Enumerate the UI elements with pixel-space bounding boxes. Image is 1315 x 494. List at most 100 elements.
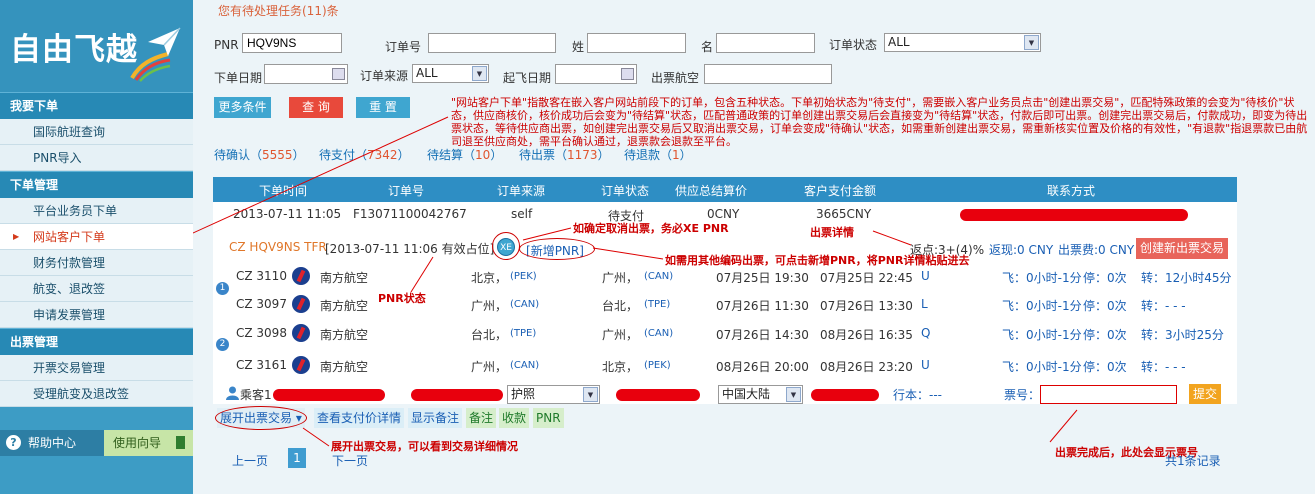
ticket-route-input[interactable] (704, 64, 832, 84)
new-pnr-highlight (519, 238, 595, 260)
doc-type-select[interactable]: 护照 ▼ (507, 385, 600, 404)
fly-time: 飞：0小时-1分 (1002, 299, 1082, 313)
sidebar-item[interactable]: 财务付款管理 (0, 250, 193, 276)
to-city: 台北， (602, 299, 639, 313)
country-select[interactable]: 中国大陆 ▼ (718, 385, 803, 404)
col-order-source: 订单来源 (497, 184, 546, 198)
sidebar-item[interactable]: 受理航变及退改签 (0, 381, 193, 407)
create-ticket-button[interactable]: 创建新出票交易 (1136, 238, 1228, 259)
tab-pending-confirm[interactable]: 待确认（5555） (214, 146, 305, 163)
help-center-link[interactable]: ? 帮助中心 (0, 430, 104, 456)
arrive-time: 08月26日 23:20 (820, 360, 913, 374)
calendar-icon (332, 68, 345, 80)
stop-count: 停：0次 (1083, 299, 1127, 313)
to-code: (TPE) (644, 299, 671, 310)
order-source: self (511, 207, 533, 221)
itinerary-label: 行本：--- (893, 388, 942, 402)
order-status-select[interactable]: ALL ▼ (884, 33, 1041, 52)
cabin-class: U (921, 269, 930, 283)
pnr-button[interactable]: PNR (533, 408, 564, 428)
flight-row: 1 CZ 3110 南方航空 北京， (PEK) 广州， (CAN) 07月25日 19:30… (213, 264, 1237, 295)
submit-button[interactable]: 提交 (1189, 384, 1221, 404)
redacted-info (411, 389, 503, 401)
tab-pending-ticket[interactable]: 待出票（1173） (519, 146, 610, 163)
ticket-route-label: 出票航空 (651, 71, 700, 85)
remark-button[interactable]: 备注 (466, 408, 497, 428)
sidebar-item[interactable]: PNR导入 (0, 145, 193, 171)
redacted-contact (960, 209, 1188, 221)
sidebar-section-title[interactable]: 我要下单 (0, 92, 193, 119)
given-name-input[interactable] (716, 33, 815, 53)
order-number-input[interactable] (428, 33, 556, 53)
sidebar-item-label: 航变、退改签 (33, 282, 106, 296)
sidebar-item-label: 国际航班查询 (33, 125, 106, 139)
chevron-down-icon: ▼ (786, 387, 801, 402)
next-page-link[interactable]: 下一页 (332, 452, 368, 469)
order-number: F13071100042767 (353, 207, 467, 221)
paper-plane-icon (148, 27, 181, 56)
user-icon (226, 386, 239, 400)
sidebar-item[interactable]: 国际航班查询 (0, 119, 193, 145)
depart-date-input[interactable] (555, 64, 637, 84)
airline-name: 南方航空 (320, 299, 369, 313)
sidebar-item-label: 开票交易管理 (33, 361, 106, 375)
trip-group-badge: 2 (216, 338, 229, 351)
sidebar-item[interactable]: 航变、退改签 (0, 276, 193, 302)
sidebar-item[interactable]: ▶ 网站客户下单 (0, 224, 193, 250)
pending-notice[interactable]: 您有待处理任务(11)条 (218, 2, 339, 19)
from-city: 台北， (471, 328, 508, 342)
order-time: 2013-07-11 11:05 (233, 207, 342, 221)
help-center-label: 帮助中心 (28, 436, 77, 450)
flight-number: CZ 3098 (236, 326, 287, 340)
sidebar-item[interactable]: 平台业务员下单 (0, 198, 193, 224)
query-button[interactable]: 查 询 (289, 97, 343, 118)
tab-pending-settle[interactable]: 待结算（10） (427, 146, 502, 163)
order-date-input[interactable] (264, 64, 348, 84)
pnr-input[interactable] (242, 33, 342, 53)
order-number-label: 订单号 (385, 40, 422, 54)
arrive-time: 08月26日 16:35 (820, 328, 913, 342)
surname-input[interactable] (587, 33, 686, 53)
sidebar-item[interactable]: 申请发票管理 (0, 302, 193, 328)
logo-text: 自由飞越 (10, 32, 138, 68)
calendar-icon (621, 68, 634, 80)
depart-time: 07月25日 19:30 (716, 271, 809, 285)
flight-row: 2 CZ 3098 南方航空 台北， (TPE) 广州， (CAN) 07月26日 14:30… (213, 321, 1237, 351)
user-guide-link[interactable]: 使用向导 (104, 430, 193, 456)
tab-pending-pay[interactable]: 待支付（7342） (319, 146, 410, 163)
rebate: 返现:0 CNY (989, 243, 1054, 257)
sidebar-item[interactable]: 开票交易管理 (0, 355, 193, 381)
sidebar-section-title[interactable]: 下单管理 (0, 171, 193, 198)
tab-pending-refund[interactable]: 待退款（1） (624, 146, 692, 163)
stop-count: 停：0次 (1083, 360, 1127, 374)
detail-annotation: 出票详情 (810, 226, 854, 239)
transfer-time: 转：- - - (1141, 299, 1186, 313)
current-page[interactable]: 1 (288, 448, 306, 468)
receive-payment-button[interactable]: 收款 (499, 408, 530, 428)
col-order-time: 下单时间 (259, 184, 308, 198)
pnr-code[interactable]: CZ HQV9NS TFR (229, 240, 327, 254)
order-source-label: 订单来源 (360, 69, 409, 83)
ticket-number-input[interactable] (1040, 385, 1177, 404)
country-value: 中国大陆 (722, 387, 771, 401)
cabin-class: Q (921, 326, 931, 340)
order-date-label: 下单日期 (214, 71, 263, 85)
stop-count: 停：0次 (1083, 271, 1127, 285)
depart-time: 08月26日 20:00 (716, 360, 809, 374)
flight-number: CZ 3097 (236, 297, 287, 311)
airline-name: 南方航空 (320, 360, 369, 374)
order-source-value: ALL (416, 66, 438, 80)
show-remark-button[interactable]: 显示备注 (408, 408, 463, 428)
pay-price-detail-button[interactable]: 查看支付价详情 (314, 408, 405, 428)
reset-button[interactable]: 重 置 (356, 97, 410, 118)
main-panel: 您有待处理任务(11)条 PNR 订单号 姓 名 订单状态 ALL ▼ 下单日期… (193, 0, 1315, 494)
cabin-class: U (921, 358, 930, 372)
expand-highlight (215, 406, 307, 430)
prev-page-link[interactable]: 上一页 (232, 452, 268, 469)
more-conditions-button[interactable]: 更多条件 (214, 97, 271, 118)
flight-row: CZ 3161 南方航空 广州， (CAN) 北京， (PEK) 08月26日 20:00 0… (213, 353, 1237, 378)
book-icon (176, 436, 185, 449)
order-source-select[interactable]: ALL ▼ (412, 64, 489, 83)
sidebar-section-title[interactable]: 出票管理 (0, 328, 193, 355)
sidebar-item-label: 受理航变及退改签 (33, 387, 130, 401)
